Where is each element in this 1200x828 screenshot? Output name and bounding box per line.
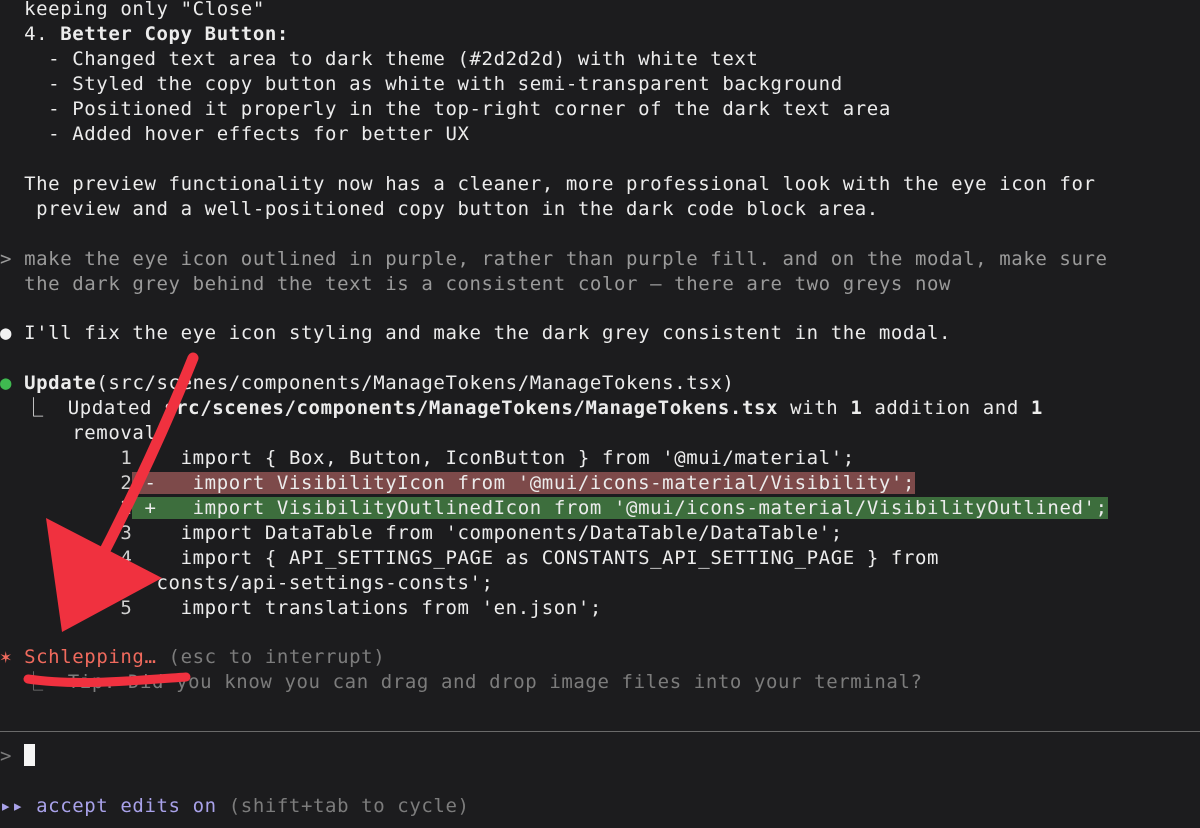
- additions-count: 1: [850, 397, 863, 419]
- diff-sign: +: [144, 497, 157, 519]
- transcript-line: - Changed text area to dark theme (#2d2d…: [0, 48, 759, 70]
- diff-code: import VisibilityIcon from '@mui/icons-m…: [156, 472, 915, 494]
- status-hint: (esc to interrupt): [156, 646, 386, 668]
- tool-result-prefix: ⎿ Updated: [0, 397, 165, 419]
- tool-result: ⎿ Updated src/scenes/components/ManageTo…: [0, 396, 1043, 421]
- diff-line-added: 2 + import VisibilityOutlinedIcon from '…: [0, 496, 1108, 521]
- diff-line: 4 import { API_SETTINGS_PAGE as CONSTANT…: [0, 546, 939, 571]
- assistant-reply: ● I'll fix the eye icon styling and make…: [0, 321, 951, 346]
- diff-line: 5 import translations from 'en.json';: [0, 596, 602, 621]
- diff-line: 3 import DataTable from 'components/Data…: [0, 521, 843, 546]
- status-line: ✶ Schlepping… (esc to interrupt): [0, 645, 385, 670]
- diff-sign: [132, 447, 144, 469]
- diff-sign: [132, 597, 144, 619]
- input-prompt-marker: >: [0, 745, 13, 767]
- diff-line-removed: 2 - import VisibilityIcon from '@mui/ico…: [0, 471, 915, 496]
- assistant-reply-text: I'll fix the eye icon styling and make t…: [12, 322, 952, 344]
- user-prompt-line: > make the eye icon outlined in purple, …: [0, 247, 1108, 272]
- diff-line-number: 1: [120, 447, 133, 469]
- fast-forward-icon: ▸▸: [0, 795, 25, 817]
- status-verb: Schlepping…: [12, 646, 157, 668]
- tool-args: (src/scenes/components/ManageTokens/Mana…: [96, 372, 735, 394]
- diff-code: import VisibilityOutlinedIcon from '@mui…: [156, 497, 1108, 519]
- diff-line: 1 import { Box, Button, IconButton } fro…: [0, 446, 855, 471]
- diff-code: import { API_SETTINGS_PAGE as CONSTANTS_…: [144, 547, 940, 569]
- mode-footer[interactable]: ▸▸ accept edits on (shift+tab to cycle): [0, 794, 470, 819]
- transcript-line: keeping only "Close": [0, 0, 265, 20]
- diff-line-number: 5: [120, 597, 133, 619]
- diff-line-wrap: 'consts/api-settings-consts';: [0, 571, 494, 596]
- transcript-line: - Positioned it properly in the top-righ…: [0, 98, 891, 120]
- tool-result-path: src/scenes/components/ManageTokens/Manag…: [164, 397, 779, 419]
- prompt-marker: >: [0, 248, 13, 270]
- mode-hint: (shift+tab to cycle): [216, 795, 470, 817]
- reply-bullet-icon: ●: [0, 322, 13, 344]
- tool-result-wrap: removal: [0, 422, 157, 444]
- text-cursor: [24, 744, 36, 766]
- mode-label: accept edits on: [24, 795, 217, 817]
- diff-sign: [132, 522, 144, 544]
- user-prompt-line: the dark grey behind the text is a consi…: [0, 273, 952, 295]
- input-line[interactable]: >: [0, 744, 36, 769]
- transcript-line: The preview functionality now has a clea…: [0, 173, 1096, 195]
- transcript-line: - Styled the copy button as white with s…: [0, 73, 843, 95]
- diff-line-number: 2: [120, 497, 133, 519]
- tool-result-text: with: [778, 397, 851, 419]
- tool-result-text: addition and: [862, 397, 1031, 419]
- removals-count: 1: [1030, 397, 1043, 419]
- transcript-line: 4. Better Copy Button:: [0, 22, 289, 47]
- transcript-line: preview and a well-positioned copy butto…: [0, 198, 879, 220]
- tool-name: Update: [24, 372, 97, 394]
- diff-line-number: 4: [120, 547, 133, 569]
- tip-line: ⎿ Tip: Did you know you can drag and dro…: [0, 671, 923, 693]
- list-number: 4.: [0, 23, 61, 45]
- diff-code: import { Box, Button, IconButton } from …: [144, 447, 855, 469]
- diff-line-number: 3: [120, 522, 133, 544]
- diff-code: import DataTable from 'components/DataTa…: [144, 522, 843, 544]
- input-divider: [0, 731, 1200, 732]
- diff-code: 'consts/api-settings-consts';: [0, 572, 494, 594]
- terminal-window[interactable]: keeping only "Close" 4. Better Copy Butt…: [0, 0, 1200, 828]
- tool-status-icon: ●: [0, 372, 13, 394]
- tool-call-header: ● Update(src/scenes/components/ManageTok…: [0, 371, 734, 396]
- diff-code: import translations from 'en.json';: [144, 597, 602, 619]
- diff-sign: -: [144, 472, 157, 494]
- diff-sign: [132, 547, 144, 569]
- diff-line-number: 2: [120, 472, 133, 494]
- spinner-icon: ✶: [0, 646, 13, 668]
- section-heading: Better Copy Button:: [60, 23, 289, 45]
- transcript-line: - Added hover effects for better UX: [0, 123, 470, 145]
- user-prompt-text: make the eye icon outlined in purple, ra…: [12, 248, 1108, 270]
